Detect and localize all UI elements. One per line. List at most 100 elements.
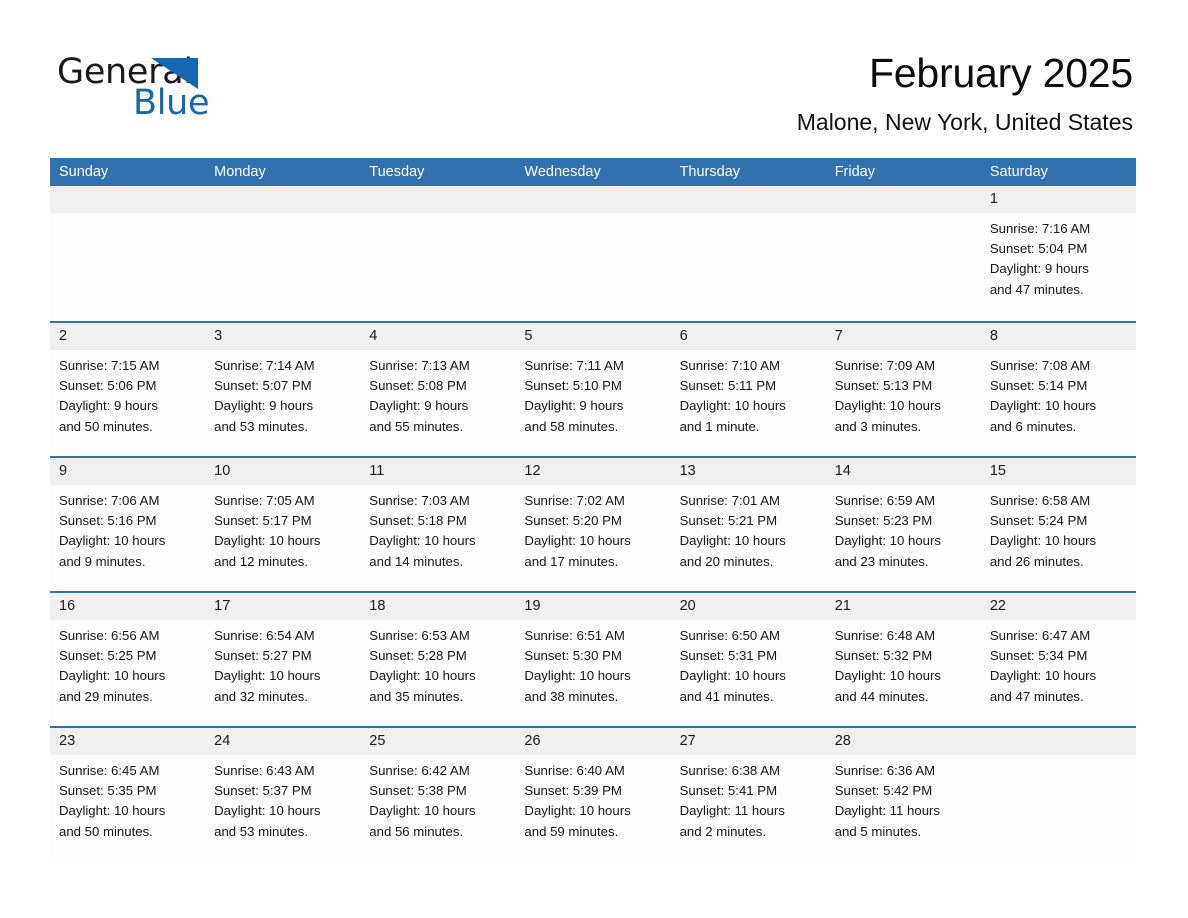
day-number-band: 12 <box>515 458 671 485</box>
calendar-week-row: 2 Sunrise: 7:15 AM Sunset: 5:06 PM Daylight… <box>50 321 1136 455</box>
day-number-band: 3 <box>205 323 361 350</box>
weekday-header-tuesday: Tuesday <box>369 164 425 180</box>
daylight-text: and 56 minutes. <box>369 823 464 839</box>
calendar-grid: Sunday Monday Tuesday Wednesday Thursday Frid… <box>50 158 1136 860</box>
day-details: Sunrise: 6:47 AM Sunset: 5:34 PM Daylight:… <box>981 620 1136 707</box>
logo-text-blue: Blue <box>133 83 210 123</box>
day-number-band: 7 <box>825 323 981 350</box>
daylight-text: and 50 minutes. <box>59 823 153 839</box>
day-number-band: 11 <box>360 458 516 485</box>
calendar-day-cell[interactable]: 16 Sunrise: 6:56 AM Sunset: 5:25 PM Dayligh… <box>50 593 206 725</box>
calendar-day-cell[interactable]: 13 Sunrise: 7:01 AM Sunset: 5:21 PM Dayligh… <box>670 458 826 590</box>
calendar-day-cell[interactable]: 28 Sunrise: 6:36 AM Sunset: 5:42 PM Dayligh… <box>825 728 981 860</box>
sunrise-text: Sunrise: 7:03 AM <box>369 493 470 508</box>
daylight-text: and 12 minutes. <box>214 553 308 569</box>
day-number-band: 18 <box>360 593 516 620</box>
sunrise-text: Sunrise: 6:54 AM <box>214 628 315 643</box>
daylight-text: Daylight: 10 hours <box>989 533 1097 549</box>
day-number: 8 <box>989 328 998 344</box>
calendar-day-cell[interactable]: 4 Sunrise: 7:13 AM Sunset: 5:08 PM Daylight… <box>360 323 516 455</box>
sunset-text: Sunset: 5:39 PM <box>524 783 622 799</box>
calendar-day-cell[interactable]: 25 Sunrise: 6:42 AM Sunset: 5:38 PM Dayligh… <box>360 728 516 860</box>
page-header: General Blue February 2025 Malone, New Y… <box>0 0 1188 155</box>
calendar-day-cell[interactable]: 21 Sunrise: 6:48 AM Sunset: 5:32 PM Dayligh… <box>825 593 981 725</box>
day-details <box>826 213 981 219</box>
day-number-band: 5 <box>515 323 671 350</box>
general-blue-logo[interactable]: General Blue <box>57 52 297 123</box>
day-number: 18 <box>369 598 386 614</box>
daylight-text: and 47 minutes. <box>989 281 1084 297</box>
day-number-band <box>360 186 516 213</box>
daylight-text: Daylight: 10 hours <box>834 398 941 414</box>
day-details: Sunrise: 6:40 AM Sunset: 5:39 PM Daylight:… <box>515 755 670 842</box>
day-number-band: 21 <box>825 593 981 620</box>
sunrise-text: Sunrise: 7:01 AM <box>679 493 780 508</box>
day-number: 15 <box>989 463 1006 479</box>
day-number: 22 <box>989 598 1006 614</box>
sunrise-text: Sunrise: 7:10 AM <box>679 358 780 373</box>
title-block: February 2025 Malone, New York, United S… <box>797 48 1133 136</box>
day-number: 23 <box>59 733 76 749</box>
calendar-day-cell[interactable]: 19 Sunrise: 6:51 AM Sunset: 5:30 PM Dayligh… <box>515 593 671 725</box>
calendar-day-cell[interactable]: 17 Sunrise: 6:54 AM Sunset: 5:27 PM Dayligh… <box>205 593 361 725</box>
day-details: Sunrise: 7:09 AM Sunset: 5:13 PM Daylight:… <box>826 350 981 437</box>
calendar-day-cell[interactable]: 20 Sunrise: 6:50 AM Sunset: 5:31 PM Dayligh… <box>670 593 826 725</box>
calendar-day-cell[interactable]: 9 Sunrise: 7:06 AM Sunset: 5:16 PM Daylight… <box>50 458 206 590</box>
day-number: 1 <box>989 191 998 207</box>
page-title: February 2025 <box>868 50 1133 96</box>
calendar-day-cell[interactable]: 7 Sunrise: 7:09 AM Sunset: 5:13 PM Daylight… <box>825 323 981 455</box>
sunset-text: Sunset: 5:37 PM <box>214 783 312 799</box>
day-details: Sunrise: 7:01 AM Sunset: 5:21 PM Daylight:… <box>671 485 826 572</box>
calendar-day-cell[interactable]: 2 Sunrise: 7:15 AM Sunset: 5:06 PM Daylight… <box>50 323 206 455</box>
sunrise-text: Sunrise: 6:59 AM <box>834 493 936 508</box>
calendar-day-cell[interactable]: 22 Sunrise: 6:47 AM Sunset: 5:34 PM Dayligh… <box>980 593 1136 725</box>
day-number-band <box>825 186 981 213</box>
daylight-text: and 47 minutes. <box>989 688 1084 704</box>
day-details: Sunrise: 7:10 AM Sunset: 5:11 PM Daylight:… <box>671 350 826 437</box>
calendar-day-cell[interactable]: 1 Sunrise: 7:16 AM Sunset: 5:04 PM Daylight… <box>980 186 1136 320</box>
day-number: 4 <box>369 328 378 344</box>
calendar-day-cell[interactable]: 26 Sunrise: 6:40 AM Sunset: 5:39 PM Dayligh… <box>515 728 671 860</box>
daylight-text: Daylight: 10 hours <box>989 668 1097 684</box>
day-details: Sunrise: 6:45 AM Sunset: 5:35 PM Daylight:… <box>50 755 205 842</box>
calendar-day-cell[interactable]: 5 Sunrise: 7:11 AM Sunset: 5:10 PM Daylight… <box>515 323 671 455</box>
day-details: Sunrise: 7:06 AM Sunset: 5:16 PM Daylight:… <box>50 485 205 572</box>
daylight-text: Daylight: 10 hours <box>524 533 631 549</box>
calendar-day-cell[interactable]: 23 Sunrise: 6:45 AM Sunset: 5:35 PM Dayligh… <box>50 728 206 860</box>
calendar-day-cell[interactable]: 14 Sunrise: 6:59 AM Sunset: 5:23 PM Dayligh… <box>825 458 981 590</box>
day-number: 6 <box>679 328 688 344</box>
daylight-text: and 9 minutes. <box>59 553 146 569</box>
day-details: Sunrise: 6:56 AM Sunset: 5:25 PM Daylight:… <box>50 620 205 707</box>
calendar-day-cell[interactable]: 10 Sunrise: 7:05 AM Sunset: 5:17 PM Dayligh… <box>205 458 361 590</box>
calendar-day-cell[interactable]: 24 Sunrise: 6:43 AM Sunset: 5:37 PM Dayligh… <box>205 728 361 860</box>
day-number: 27 <box>679 733 696 749</box>
calendar-day-cell[interactable]: 6 Sunrise: 7:10 AM Sunset: 5:11 PM Daylight… <box>670 323 826 455</box>
calendar-day-cell[interactable]: 15 Sunrise: 6:58 AM Sunset: 5:24 PM Dayligh… <box>980 458 1136 590</box>
sunrise-text: Sunrise: 7:15 AM <box>59 358 160 373</box>
day-details <box>205 213 360 219</box>
calendar-week-row: 23 Sunrise: 6:45 AM Sunset: 5:35 PM Dayligh… <box>50 726 1136 860</box>
sunrise-text: Sunrise: 6:47 AM <box>989 628 1091 643</box>
sunrise-text: Sunrise: 6:48 AM <box>834 628 936 643</box>
sunset-text: Sunset: 5:20 PM <box>524 513 622 529</box>
weekday-header-wednesday: Wednesday <box>524 164 601 180</box>
daylight-text: and 38 minutes. <box>524 688 619 704</box>
day-number: 16 <box>59 598 76 614</box>
day-number: 28 <box>834 733 851 749</box>
calendar-day-cell[interactable]: 27 Sunrise: 6:38 AM Sunset: 5:41 PM Dayligh… <box>670 728 826 860</box>
calendar-day-cell-empty <box>360 186 516 320</box>
daylight-text: and 20 minutes. <box>679 553 774 569</box>
calendar-day-cell-empty <box>825 186 981 320</box>
day-number-band: 1 <box>980 186 1136 213</box>
calendar-day-cell[interactable]: 11 Sunrise: 7:03 AM Sunset: 5:18 PM Dayligh… <box>360 458 516 590</box>
calendar-day-cell[interactable]: 3 Sunrise: 7:14 AM Sunset: 5:07 PM Daylight… <box>205 323 361 455</box>
calendar-day-cell[interactable]: 12 Sunrise: 7:02 AM Sunset: 5:20 PM Dayligh… <box>515 458 671 590</box>
calendar-day-cell[interactable]: 18 Sunrise: 6:53 AM Sunset: 5:28 PM Dayligh… <box>360 593 516 725</box>
day-details: Sunrise: 7:15 AM Sunset: 5:06 PM Daylight:… <box>50 350 205 437</box>
day-number-band: 22 <box>980 593 1136 620</box>
calendar-day-cell[interactable]: 8 Sunrise: 7:08 AM Sunset: 5:14 PM Daylight… <box>980 323 1136 455</box>
daylight-text: Daylight: 10 hours <box>59 533 166 549</box>
day-number-band: 24 <box>205 728 361 755</box>
sunset-text: Sunset: 5:27 PM <box>214 648 312 664</box>
day-number-band: 10 <box>205 458 361 485</box>
